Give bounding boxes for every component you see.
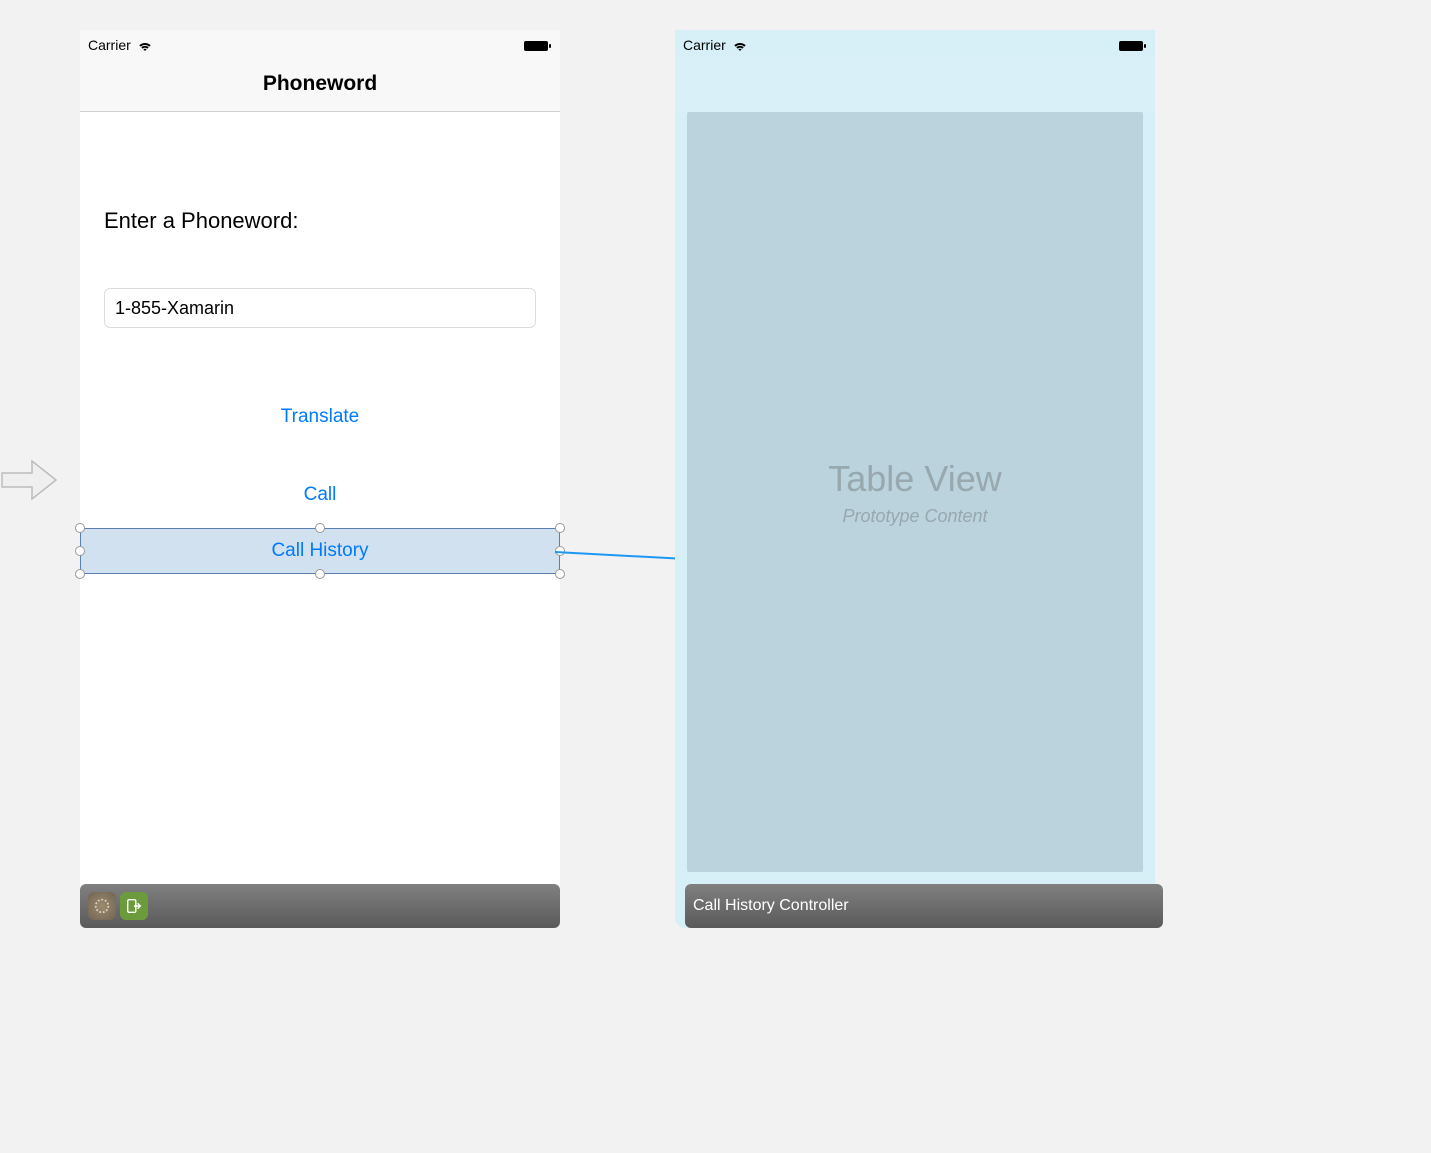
resize-handle[interactable]: [75, 546, 85, 556]
resize-handle[interactable]: [75, 523, 85, 533]
status-bar: Carrier: [675, 30, 1155, 56]
wifi-icon: [732, 39, 748, 51]
resize-handle[interactable]: [555, 546, 565, 556]
scene-dock[interactable]: [80, 884, 560, 928]
carrier-label: Carrier: [88, 37, 131, 53]
first-responder-icon[interactable]: [88, 892, 116, 920]
battery-icon: [524, 39, 552, 51]
navigation-bar: Phoneword: [80, 56, 560, 112]
controller-label: Call History Controller: [693, 897, 849, 915]
selected-element-frame: Call History: [72, 528, 568, 574]
wifi-icon: [137, 39, 153, 51]
call-button[interactable]: Call: [104, 484, 536, 506]
status-bar: Carrier: [80, 30, 560, 56]
resize-handle[interactable]: [315, 523, 325, 533]
table-view[interactable]: Table View Prototype Content: [687, 112, 1143, 872]
phoneword-viewcontroller: Carrier Phoneword Enter a Phoneword: Tra…: [80, 30, 560, 928]
call-history-viewcontroller: Carrier Table View Prototype Content: [675, 30, 1155, 928]
carrier-label: Carrier: [683, 37, 726, 53]
table-view-placeholder-subtitle: Prototype Content: [842, 506, 987, 527]
resize-handle[interactable]: [75, 569, 85, 579]
navigation-bar: [675, 56, 1155, 112]
exit-icon[interactable]: [120, 892, 148, 920]
resize-handle[interactable]: [555, 569, 565, 579]
call-history-button[interactable]: Call History: [80, 528, 560, 574]
battery-icon: [1119, 39, 1147, 51]
table-view-placeholder-title: Table View: [828, 458, 1001, 500]
phoneword-input[interactable]: [104, 288, 536, 328]
resize-handle[interactable]: [315, 569, 325, 579]
resize-handle[interactable]: [555, 523, 565, 533]
enter-phoneword-label: Enter a Phoneword:: [104, 208, 536, 234]
scene-dock[interactable]: Call History Controller: [685, 884, 1163, 928]
segue-entry-arrow: [0, 455, 60, 505]
page-title: Phoneword: [263, 72, 377, 96]
translate-button[interactable]: Translate: [104, 406, 536, 428]
